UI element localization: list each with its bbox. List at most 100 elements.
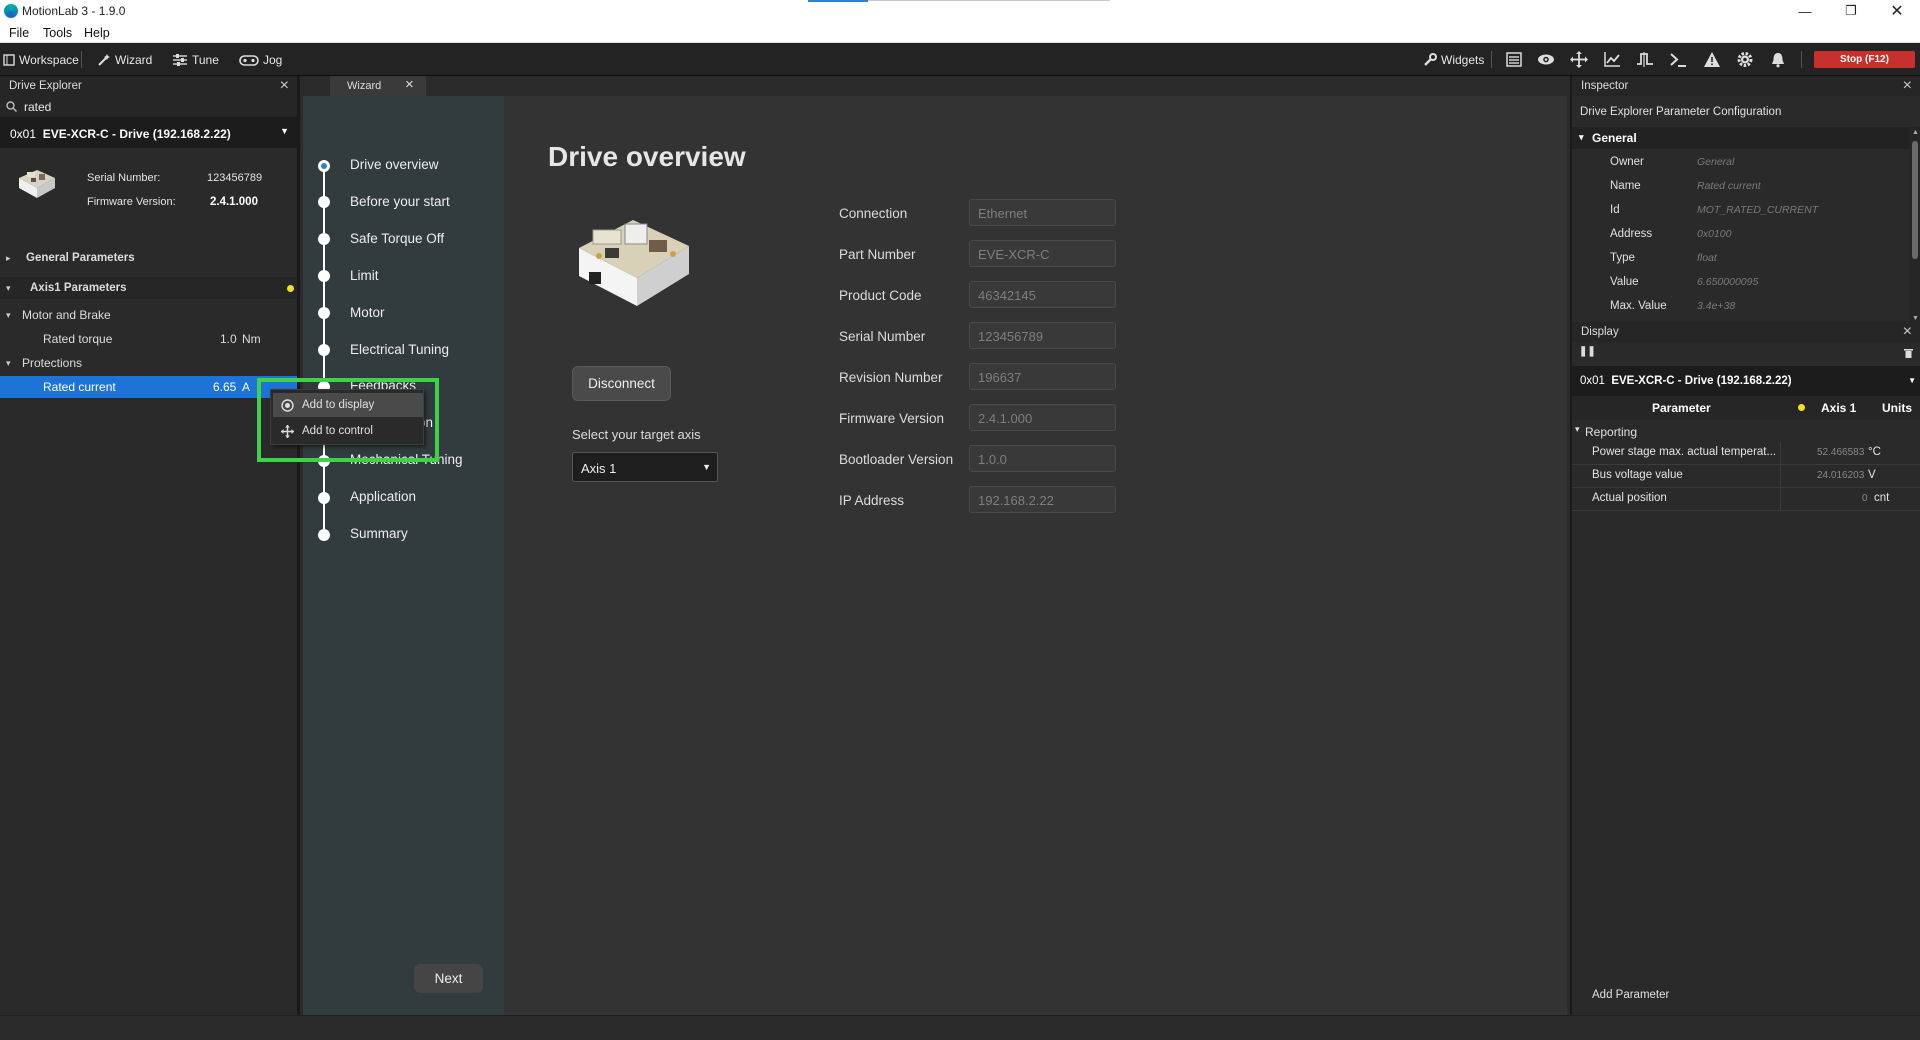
wizard-label: Wizard (115, 52, 153, 67)
step-limit[interactable]: Limit (350, 268, 379, 283)
inspector-row: Id MOT_RATED_CURRENT (1572, 199, 1912, 223)
step-electrical-tuning[interactable]: Electrical Tuning (350, 342, 449, 357)
product-code-label: Product Code (839, 288, 922, 303)
revision-number-field[interactable]: 196637 (969, 363, 1116, 390)
tree-protections[interactable]: ▾ Protections (0, 352, 297, 374)
list-icon[interactable] (1505, 51, 1523, 68)
drive-selector[interactable]: 0x01 EVE-XCR-C - Drive (192.168.2.22) ▼ (0, 118, 297, 148)
step-before-your-start[interactable]: Before your start (350, 194, 450, 209)
menu-help[interactable]: Help (84, 26, 110, 40)
display-param-name: Bus voltage value (1592, 469, 1683, 481)
bell-icon[interactable] (1769, 51, 1787, 68)
display-drive-selector[interactable]: 0x01 EVE-XCR-C - Drive (192.168.2.22) ▼ (1572, 366, 1920, 396)
tune-button[interactable]: Tune (172, 43, 219, 76)
step-drive-overview[interactable]: Drive overview (350, 157, 439, 172)
drive-name: EVE-XCR-C - Drive (192.168.2.22) (42, 127, 231, 141)
chevron-right-icon: ▸ (6, 252, 11, 263)
group-label: Reporting (1585, 425, 1638, 439)
search-input[interactable]: rated (24, 100, 51, 114)
menu-tools[interactable]: Tools (43, 26, 72, 40)
add-parameter-button[interactable]: Add Parameter (1592, 989, 1669, 1001)
step-motor[interactable]: Motor (350, 305, 385, 320)
display-param-unit: V (1868, 469, 1876, 481)
product-code-field[interactable]: 46342145 (969, 281, 1116, 308)
drive-explorer-header: Drive Explorer × (0, 76, 297, 96)
inspector-properties: Owner General Name Rated current Id MOT_RAT… (1572, 149, 1912, 329)
column-units: Units (1882, 401, 1912, 415)
tune-icon (173, 53, 187, 66)
tree-axis1-parameters[interactable]: ▾ Axis1 Parameters (0, 277, 297, 299)
drive-overview-page: Drive overview Disconnect Select your ta… (504, 96, 1567, 1015)
highlight-box (257, 378, 439, 462)
serial-number-label: Serial Number (839, 329, 926, 344)
drive-explorer-title: Drive Explorer (9, 80, 82, 92)
move-icon[interactable] (1570, 51, 1588, 68)
serial-number-field[interactable]: 123456789 (969, 322, 1116, 349)
toolbar-divider (1801, 51, 1802, 68)
axis-select[interactable]: Axis 1 ▼ (572, 452, 718, 482)
rated-torque-label: Rated torque (43, 332, 113, 346)
step-dot (318, 233, 330, 245)
gear-icon[interactable] (1736, 51, 1754, 68)
warning-icon[interactable] (1703, 51, 1721, 68)
chevron-down-icon: ▾ (6, 282, 11, 293)
display-row[interactable]: Bus voltage value 24.016203 V (1572, 465, 1920, 488)
inspector-scrollbar[interactable]: ▲ ▼ (1910, 127, 1920, 327)
inspector-section-general[interactable]: ▾ General (1572, 127, 1910, 149)
inspector-value: 3.4e+38 (1697, 300, 1736, 312)
close-icon[interactable]: × (405, 76, 414, 93)
jog-button[interactable]: Jog (239, 43, 282, 76)
inspector-value: 6.650000095 (1697, 276, 1759, 288)
tree-motor-and-brake[interactable]: ▾ Motor and Brake (0, 304, 297, 326)
serial-number-label: Serial Number: (87, 172, 161, 184)
display-row[interactable]: Actual position 0 cnt (1572, 488, 1920, 511)
part-number-field[interactable]: EVE-XCR-C (969, 240, 1116, 267)
toolbar-divider (1491, 51, 1492, 68)
tab-wizard[interactable]: Wizard × (330, 76, 426, 96)
parameter-search[interactable]: rated (0, 96, 297, 118)
step-signal-icon[interactable] (1636, 51, 1654, 68)
pause-icon[interactable]: ❚❚ (1579, 346, 1596, 357)
close-icon[interactable]: × (1903, 77, 1912, 95)
minimize-button[interactable]: — (1782, 0, 1828, 22)
part-number-label: Part Number (839, 247, 916, 262)
step-summary[interactable]: Summary (350, 526, 408, 541)
tree-rated-torque[interactable]: Rated torque 1.0 Nm (0, 328, 297, 350)
display-table-header: Parameter Axis 1 Units (1572, 396, 1920, 420)
stop-button[interactable]: Stop (F12) (1814, 51, 1915, 68)
display-group-reporting[interactable]: ▾ Reporting (1572, 422, 1920, 442)
workspace-button[interactable]: Workspace (3, 43, 79, 76)
drive-product-image (579, 220, 689, 306)
firmware-version-field[interactable]: 2.4.1.000 (969, 404, 1116, 431)
display-param-value: 52.466583 (1817, 447, 1865, 458)
close-icon[interactable]: × (280, 77, 289, 95)
display-param-value: 0 (1862, 493, 1868, 504)
widgets-button[interactable]: Widgets (1423, 43, 1484, 76)
close-icon[interactable]: × (1903, 323, 1912, 341)
disconnect-button[interactable]: Disconnect (572, 366, 671, 401)
close-window-button[interactable]: ✕ (1874, 0, 1920, 22)
wizard-button[interactable]: Wizard (97, 43, 152, 76)
display-row[interactable]: Power stage max. actual temperat... 52.4… (1572, 442, 1920, 465)
eye-icon[interactable] (1537, 51, 1555, 68)
restore-button[interactable]: ❐ (1828, 0, 1874, 22)
inspector-value: 0x0100 (1697, 228, 1732, 240)
inspector-section-label: General (1592, 131, 1637, 145)
trash-icon[interactable] (1904, 348, 1913, 358)
chevron-down-icon: ▾ (1575, 424, 1580, 434)
rated-current-unit: A (242, 380, 251, 394)
tree-rated-current[interactable]: Rated current 6.65 A (0, 376, 297, 398)
next-button[interactable]: Next (414, 964, 483, 993)
step-safe-torque-off[interactable]: Safe Torque Off (350, 231, 444, 246)
step-application[interactable]: Application (350, 489, 416, 504)
inspector-value: General (1697, 156, 1735, 168)
terminal-icon[interactable] (1669, 51, 1687, 68)
line-chart-icon[interactable] (1603, 51, 1621, 68)
ip-address-field[interactable]: 192.168.2.22 (969, 486, 1116, 513)
menu-file[interactable]: File (9, 26, 29, 40)
connection-field[interactable]: Ethernet (969, 199, 1116, 226)
bootloader-version-field[interactable]: 1.0.0 (969, 445, 1116, 472)
serial-number-value: 123456789 (207, 172, 263, 184)
wizard-steps: Drive overview Before your start Safe To… (303, 96, 504, 1015)
tree-general-parameters[interactable]: ▸ General Parameters (0, 247, 297, 269)
